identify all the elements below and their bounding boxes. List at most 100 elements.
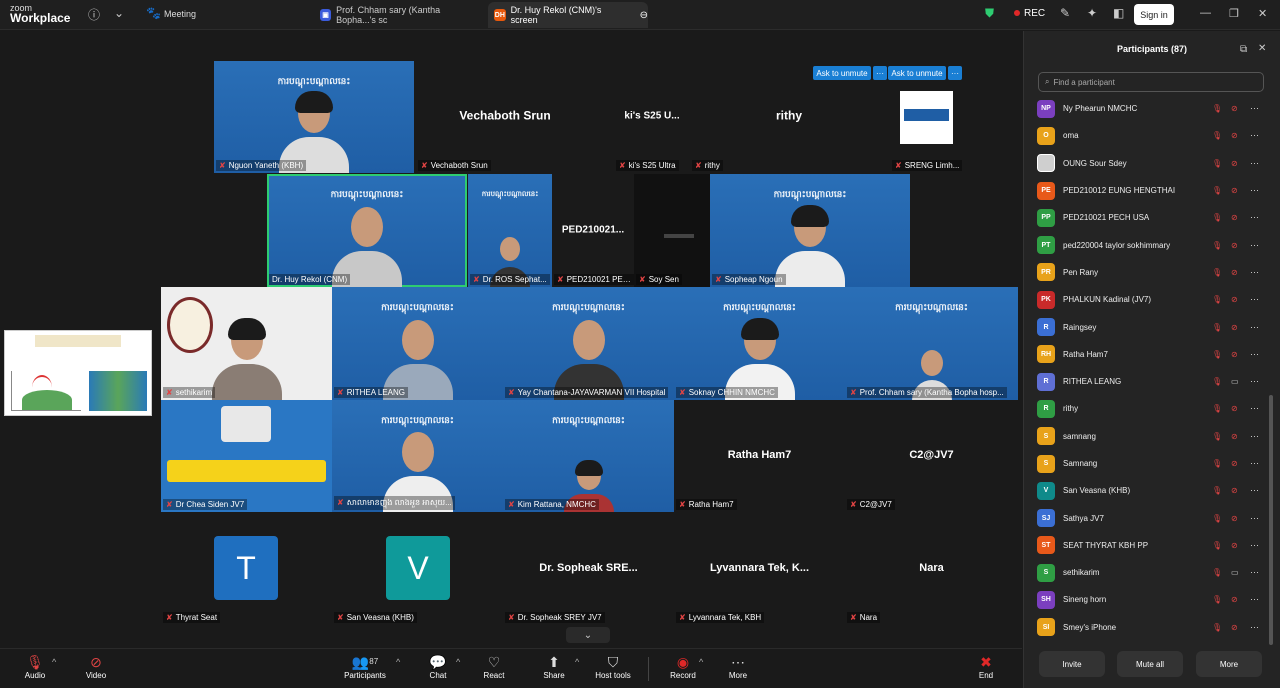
participant-more-icon[interactable]: ⋯ (1250, 513, 1259, 524)
participant-more-icon[interactable]: ⋯ (1250, 240, 1259, 251)
video-button[interactable]: ⊘ Video (66, 653, 126, 680)
participant-row[interactable]: PR Pen Rany 🎙 ⊘ ⋯ (1024, 259, 1269, 286)
muted-mic-icon[interactable]: 🎙 (1212, 186, 1222, 195)
restore-icon[interactable]: ❐ (1229, 7, 1239, 20)
video-tile-nguon[interactable]: ការបណ្ដុះបណ្ដាលនេះ ✘ Nguon Yaneth (KBH) (214, 61, 414, 173)
chat-options-caret[interactable]: ^ (456, 657, 460, 667)
muted-mic-icon[interactable]: 🎙 (1212, 323, 1222, 332)
muted-mic-icon[interactable]: 🎙 (1212, 623, 1222, 632)
record-options-caret[interactable]: ^ (699, 657, 703, 667)
participant-row[interactable]: SI Smey's iPhone 🎙 ⊘ ⋯ (1024, 614, 1269, 640)
participants-options-caret[interactable]: ^ (396, 657, 400, 667)
close-icon[interactable]: ✕ (1258, 43, 1266, 54)
record-button[interactable]: ◉ Record (653, 653, 713, 680)
participant-row[interactable]: ST SEAT THYRAT KBH PP 🎙 ⊘ ⋯ (1024, 532, 1269, 559)
video-off-icon[interactable]: ⊘ (1231, 213, 1238, 222)
participant-more-icon[interactable]: ⋯ (1250, 158, 1259, 169)
muted-mic-icon[interactable]: 🎙 (1212, 459, 1222, 468)
participant-row[interactable]: NP Ny Phearun NMCHC 🎙 ⊘ ⋯ (1024, 95, 1269, 122)
participant-row[interactable]: PE PED210012 EUNG HENGTHAI 🎙 ⊘ ⋯ (1024, 177, 1269, 204)
video-tile-sethikarim[interactable]: ✘ sethikarim (161, 287, 332, 400)
muted-mic-icon[interactable]: 🎙 (1212, 213, 1222, 222)
participant-more-icon[interactable]: ⋯ (1250, 130, 1259, 141)
participant-row[interactable]: OUNG Sour Sdey 🎙 ⊘ ⋯ (1024, 150, 1269, 177)
video-on-icon[interactable]: ▭ (1231, 377, 1239, 386)
muted-mic-icon[interactable]: 🎙 (1212, 568, 1222, 577)
participant-more-icon[interactable]: ⋯ (1250, 458, 1259, 469)
muted-mic-icon[interactable]: 🎙 (1212, 268, 1222, 277)
video-off-icon[interactable]: ⊘ (1231, 323, 1238, 332)
invite-button[interactable]: Invite (1039, 651, 1105, 677)
video-off-icon[interactable]: ⊘ (1231, 295, 1238, 304)
muted-mic-icon[interactable]: 🎙 (1212, 377, 1222, 386)
video-off-icon[interactable]: ⊘ (1231, 241, 1238, 250)
video-tile-soy[interactable]: ✘ Soy Sen (634, 174, 710, 287)
shield-icon[interactable]: ⛊ (985, 6, 994, 21)
muted-mic-icon[interactable]: 🎙 (1212, 241, 1222, 250)
video-tile-ros[interactable]: ការបណ្ដុះបណ្ដាលនេះ ✘ Dr. ROS Sephat... (468, 174, 552, 287)
end-button[interactable]: ✖ End (956, 653, 1016, 680)
panel-more-button[interactable]: More (1196, 651, 1262, 677)
participant-more-icon[interactable]: ⋯ (1250, 376, 1259, 387)
video-tile-chea[interactable]: ✘ Dr Chea Siden JV7 (161, 400, 332, 512)
video-tile-nara[interactable]: Nara ✘ Nara (845, 513, 1018, 625)
muted-mic-icon[interactable]: 🎙 (1212, 432, 1222, 441)
tile-more-button[interactable]: ··· (948, 66, 962, 80)
video-tile-lyvannara[interactable]: Lyvannara Tek, K... ✘ Lyvannara Tek, KBH (674, 513, 845, 625)
video-off-icon[interactable]: ⊘ (1231, 595, 1238, 604)
react-button[interactable]: ♡ React (464, 653, 524, 680)
ai-companion-icon[interactable]: ✦ (1087, 6, 1097, 20)
video-off-icon[interactable]: ⊘ (1231, 350, 1238, 359)
shared-screen-thumbnail[interactable] (4, 330, 152, 416)
participant-row[interactable]: SH Sineng horn 🎙 ⊘ ⋯ (1024, 586, 1269, 613)
video-off-icon[interactable]: ⊘ (1231, 268, 1238, 277)
participant-more-icon[interactable]: ⋯ (1250, 431, 1259, 442)
participant-more-icon[interactable]: ⋯ (1250, 185, 1259, 196)
video-tile-yay[interactable]: ការបណ្ដុះបណ្ដាលនេះ ✘ Yay Chantana-JAYAVAR… (503, 287, 674, 400)
participant-row[interactable]: PK PHALKUN Kadinal (JV7) 🎙 ⊘ ⋯ (1024, 286, 1269, 313)
video-on-icon[interactable]: ▭ (1231, 568, 1239, 577)
sign-in-button[interactable]: Sign in (1134, 4, 1174, 25)
info-icon[interactable]: ⓘ (88, 6, 100, 23)
participant-row[interactable]: V San Veasna (KHB) 🎙 ⊘ ⋯ (1024, 477, 1269, 504)
participant-more-icon[interactable]: ⋯ (1250, 267, 1259, 278)
video-off-icon[interactable]: ⊘ (1231, 186, 1238, 195)
video-off-icon[interactable]: ⊘ (1231, 159, 1238, 168)
more-button[interactable]: ⋯ More (708, 653, 768, 680)
annotate-icon[interactable]: ✎ (1060, 6, 1070, 20)
layout-icon[interactable]: ◧ (1113, 6, 1124, 20)
participant-more-icon[interactable]: ⋯ (1250, 103, 1259, 114)
muted-mic-icon[interactable]: 🎙 (1212, 486, 1222, 495)
participant-row[interactable]: RH Ratha Ham7 🎙 ⊘ ⋯ (1024, 341, 1269, 368)
participants-button[interactable]: 👥87 Participants (335, 653, 395, 680)
participant-row[interactable]: Rrithy 🎙 ⊘ ⋯ (1024, 395, 1269, 422)
participant-more-icon[interactable]: ⋯ (1250, 322, 1259, 333)
video-off-icon[interactable]: ⊘ (1231, 131, 1238, 140)
video-tile-thyrat[interactable]: T ✘ Thyrat Seat (161, 513, 332, 625)
participant-more-icon[interactable]: ⋯ (1250, 212, 1259, 223)
participant-row[interactable]: S Samnang 🎙 ⊘ ⋯ (1024, 450, 1269, 477)
scrollbar-thumb[interactable] (1269, 395, 1273, 645)
ask-to-unmute-button[interactable]: Ask to unmute (888, 66, 946, 80)
meeting-label[interactable]: Meeting (164, 9, 196, 19)
video-tile-ped[interactable]: PED210021... ✘ PED210021 PEC... (552, 174, 634, 287)
video-tile-kim[interactable]: ការបណ្ដុះបណ្ដាលនេះ ✘ Kim Rattana, NMCHC (503, 400, 674, 512)
muted-mic-icon[interactable]: 🎙 (1212, 131, 1222, 140)
muted-mic-icon[interactable]: 🎙 (1212, 595, 1222, 604)
muted-mic-icon[interactable]: 🎙 (1212, 514, 1222, 523)
video-off-icon[interactable]: ⊘ (1231, 432, 1238, 441)
mute-all-button[interactable]: Mute all (1117, 651, 1183, 677)
muted-mic-icon[interactable]: 🎙 (1212, 404, 1222, 413)
participant-more-icon[interactable]: ⋯ (1250, 567, 1259, 578)
participant-more-icon[interactable]: ⋯ (1250, 349, 1259, 360)
video-tile-ki[interactable]: ki's S25 U... ✘ ki's S25 Ultra (614, 61, 690, 173)
participant-more-icon[interactable]: ⋯ (1250, 540, 1259, 551)
rec-indicator[interactable]: REC (1014, 8, 1045, 19)
tab-huy-screen[interactable]: DH Dr. Huy Rekol (CNM)'s screen ⊖ (488, 2, 648, 28)
chevron-down-icon[interactable]: ⌄ (114, 6, 124, 20)
pop-out-icon[interactable]: ⧉ (1240, 44, 1247, 55)
video-tile-huy[interactable]: ការបណ្ដុះបណ្ដាលនេះ Dr. Huy Rekol (CNM) (267, 174, 467, 287)
audio-options-caret[interactable]: ^ (52, 657, 56, 667)
participant-row[interactable]: PP PED210021 PECH USA 🎙 ⊘ ⋯ (1024, 204, 1269, 231)
video-off-icon[interactable]: ⊘ (1231, 104, 1238, 113)
